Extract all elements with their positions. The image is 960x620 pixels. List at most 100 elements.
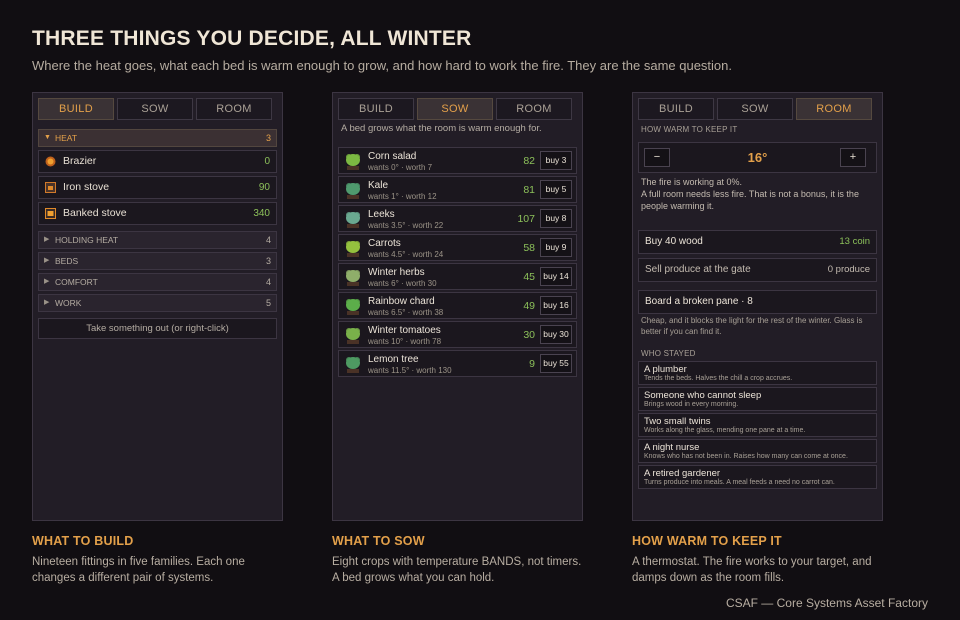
tab-build[interactable]: BUILD [638, 98, 714, 120]
category-count: 3 [265, 133, 271, 143]
chevron-down-icon: ▼ [44, 134, 51, 141]
fitting-banked-stove[interactable]: Banked stove 340 [38, 202, 277, 225]
tab-room[interactable]: ROOM [496, 98, 572, 120]
person-description: Works along the glass, mending one pane … [644, 427, 806, 434]
tab-room[interactable]: ROOM [196, 98, 272, 120]
category-heat[interactable]: ▼ HEAT 3 [38, 129, 277, 147]
crop-score: 58 [523, 242, 535, 254]
tab-sow[interactable]: SOW [717, 98, 793, 120]
seedling-icon [346, 299, 360, 315]
category-holding-heat[interactable]: ▶ HOLDING HEAT 4 [38, 231, 277, 249]
crop-meta: wants 10° · worth 78 [368, 337, 442, 346]
crop-meta: wants 3.5° · worth 22 [368, 221, 444, 230]
board-pane-label: Board a broken pane · 8 [645, 296, 753, 307]
build-panel: BUILD SOW ROOM ▼ HEAT 3 Brazier 0 Iron s… [32, 92, 283, 521]
category-label: HOLDING HEAT [55, 235, 119, 245]
crop-row: Kale wants 1° · worth 12 81 buy 5 [338, 176, 577, 203]
crop-row: Corn salad wants 0° · worth 7 82 buy 3 [338, 147, 577, 174]
crop-row: Rainbow chard wants 6.5° · worth 38 49 buy … [338, 292, 577, 319]
buy-seed-button[interactable]: buy 55 [540, 354, 572, 373]
tab-sow[interactable]: SOW [117, 98, 193, 120]
category-work[interactable]: ▶ WORK 5 [38, 294, 277, 312]
crop-name: Kale [368, 180, 389, 191]
chevron-right-icon: ▶ [44, 299, 50, 306]
crop-score: 45 [523, 271, 535, 283]
crop-row: Winter herbs wants 6° · worth 30 45 buy 14 [338, 263, 577, 290]
chevron-right-icon: ▶ [44, 278, 50, 285]
room-panel: BUILD SOW ROOM HOW WARM TO KEEP IT − 16°… [632, 92, 883, 521]
fitting-brazier[interactable]: Brazier 0 [38, 150, 277, 173]
crop-name: Winter tomatoes [368, 325, 441, 336]
person-card[interactable]: A night nurse Knows who has not been in. … [638, 439, 877, 463]
fire-status: The fire is working at 0%. [641, 177, 743, 187]
buy-seed-button[interactable]: buy 30 [540, 325, 572, 344]
credit: CSAF — Core Systems Asset Factory [725, 596, 928, 610]
category-beds[interactable]: ▶ BEDS 3 [38, 252, 277, 270]
buy-seed-button[interactable]: buy 8 [540, 209, 572, 228]
category-comfort[interactable]: ▶ COMFORT 4 [38, 273, 277, 291]
seedling-icon [346, 241, 360, 257]
person-card[interactable]: Someone who cannot sleep Brings wood in e… [638, 387, 877, 411]
increase-temperature-button[interactable]: + [840, 148, 866, 167]
person-description: Turns produce into meals. A meal feeds a… [644, 479, 835, 486]
crop-row: Lemon tree wants 11.5° · worth 130 9 buy 55 [338, 350, 577, 377]
buy-seed-button[interactable]: buy 14 [540, 267, 572, 286]
sell-produce-label: Sell produce at the gate [645, 264, 751, 275]
seedling-icon [346, 212, 360, 228]
crop-score: 81 [523, 184, 535, 196]
tab-room[interactable]: ROOM [796, 98, 872, 120]
crop-row: Leeks wants 3.5° · worth 22 107 buy 8 [338, 205, 577, 232]
fitting-iron-stove[interactable]: Iron stove 90 [38, 176, 277, 199]
crop-name: Carrots [368, 238, 401, 249]
caption-title-build: WHAT TO BUILD [32, 534, 134, 548]
brazier-icon [45, 156, 56, 167]
person-description: Brings wood in every morning. [644, 401, 739, 408]
caption-body-room: A thermostat. The fire works to your tar… [632, 556, 872, 584]
crop-meta: wants 11.5° · worth 130 [368, 366, 452, 375]
caption-body-build: Nineteen fittings in five families. Each… [32, 556, 245, 584]
buy-seed-button[interactable]: buy 3 [540, 151, 572, 170]
page-title: THREE THINGS YOU DECIDE, ALL WINTER [32, 27, 472, 50]
crop-name: Rainbow chard [368, 296, 435, 307]
buy-seed-button[interactable]: buy 5 [540, 180, 572, 199]
sow-hint: A bed grows what the room is warm enough… [341, 123, 542, 134]
crop-row: Carrots wants 4.5° · worth 24 58 buy 9 [338, 234, 577, 261]
crop-meta: wants 4.5° · worth 24 [368, 250, 444, 259]
banked-stove-icon [45, 208, 56, 219]
person-name: Someone who cannot sleep [644, 390, 762, 401]
sell-produce-button[interactable]: Sell produce at the gate 0 produce [638, 258, 877, 282]
crop-score: 30 [523, 329, 535, 341]
category-label: WORK [55, 298, 82, 308]
person-name: A night nurse [644, 442, 700, 453]
tab-sow[interactable]: SOW [417, 98, 493, 120]
buy-wood-button[interactable]: Buy 40 wood 13 coin [638, 230, 877, 254]
crop-row: Winter tomatoes wants 10° · worth 78 30 buy… [338, 321, 577, 348]
crop-meta: wants 6.5° · worth 38 [368, 308, 444, 317]
seedling-icon [346, 357, 360, 373]
category-count: 3 [265, 256, 271, 266]
board-pane-button[interactable]: Board a broken pane · 8 [638, 290, 877, 314]
buy-seed-button[interactable]: buy 16 [540, 296, 572, 315]
tab-build[interactable]: BUILD [38, 98, 114, 120]
fitting-name: Brazier [63, 155, 97, 167]
tab-build[interactable]: BUILD [338, 98, 414, 120]
buy-seed-button[interactable]: buy 9 [540, 238, 572, 257]
seedling-icon [346, 154, 360, 170]
crop-name: Corn salad [368, 151, 417, 162]
caption-body-sow: Eight crops with temperature BANDS, not … [332, 556, 582, 584]
person-card[interactable]: A plumber Tends the beds. Halves the chil… [638, 361, 877, 385]
iron-stove-icon [45, 182, 56, 193]
category-label: COMFORT [55, 277, 98, 287]
room-panel-tabs: BUILD SOW ROOM [638, 98, 872, 120]
crop-name: Lemon tree [368, 354, 419, 365]
seedling-icon [346, 183, 360, 199]
caption-title-sow: WHAT TO SOW [332, 534, 425, 548]
fitting-cost: 0 [264, 156, 270, 167]
person-card[interactable]: Two small twins Works along the glass, me… [638, 413, 877, 437]
person-description: Knows who has not been in. Raises how ma… [644, 453, 848, 460]
person-name: A plumber [644, 364, 687, 375]
crop-name: Winter herbs [368, 267, 425, 278]
crop-meta: wants 1° · worth 12 [368, 192, 437, 201]
take-out-button[interactable]: Take something out (or right-click) [38, 318, 277, 339]
person-card[interactable]: A retired gardener Turns produce into mea… [638, 465, 877, 489]
